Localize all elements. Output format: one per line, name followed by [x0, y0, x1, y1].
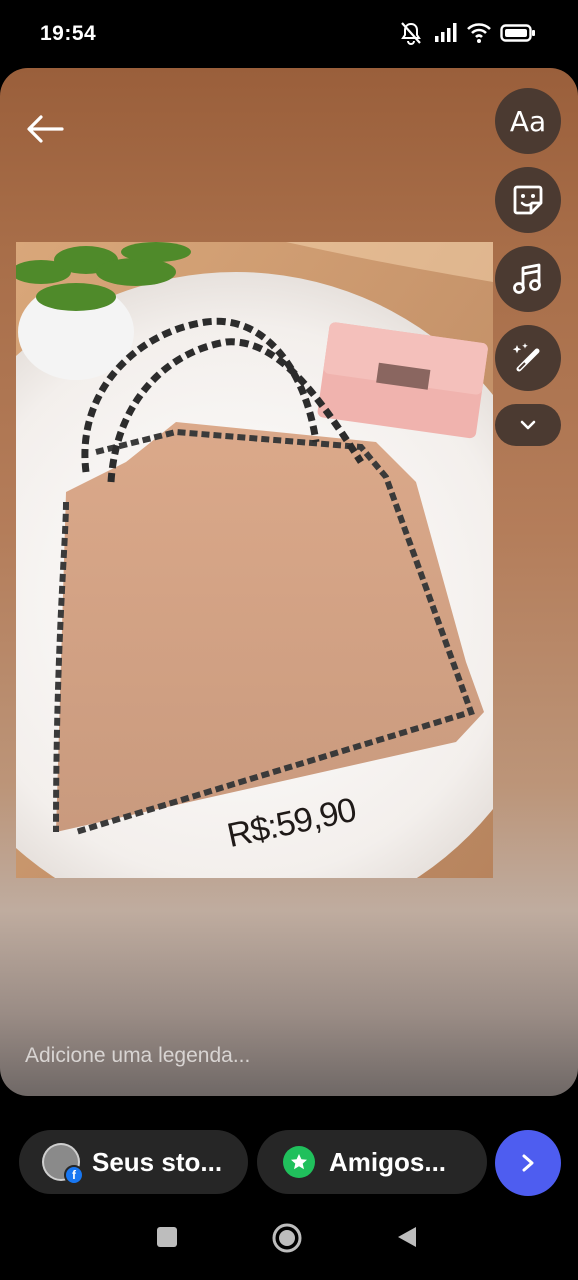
- your-stories-label: Seus sto...: [92, 1146, 223, 1177]
- wifi-icon: [466, 20, 492, 46]
- triangle-back-icon: [398, 1227, 416, 1247]
- magic-wand-icon: [512, 343, 540, 372]
- home-button[interactable]: [271, 1222, 303, 1259]
- close-friends-label: Amigos...: [329, 1146, 447, 1177]
- chevron-right-icon: [522, 1154, 534, 1172]
- avatar: f: [44, 1145, 84, 1185]
- caption-input[interactable]: [0, 1028, 578, 1084]
- facebook-icon: f: [64, 1165, 84, 1185]
- arrow-left-icon: [27, 115, 64, 143]
- text-tool-button[interactable]: Aa: [495, 88, 561, 154]
- signal-icon: [432, 20, 458, 46]
- back-button[interactable]: [20, 104, 70, 154]
- more-tools-button[interactable]: [495, 404, 561, 446]
- system-nav-bar: [0, 1210, 578, 1280]
- recents-button[interactable]: [154, 1224, 180, 1255]
- send-button[interactable]: [495, 1130, 561, 1196]
- close-friends-button[interactable]: Amigos...: [257, 1130, 487, 1194]
- your-stories-button[interactable]: f Seus sto...: [19, 1130, 248, 1194]
- sticker-icon: [513, 185, 543, 215]
- chevron-down-icon: [520, 420, 536, 430]
- editor-tools: Aa: [495, 88, 561, 446]
- story-canvas[interactable]: R$:59,90 Aa: [0, 68, 578, 1096]
- battery-icon: [500, 20, 536, 46]
- notifications-off-icon: [398, 20, 424, 46]
- product-photo[interactable]: R$:59,90: [16, 242, 493, 878]
- status-time: 19:54: [40, 22, 97, 45]
- square-icon: [157, 1227, 177, 1247]
- star-icon: [283, 1146, 315, 1178]
- sticker-tool-button[interactable]: [495, 167, 561, 233]
- share-bar: f Seus sto... Amigos...: [0, 1128, 578, 1198]
- circle-icon: [272, 1223, 302, 1253]
- status-bar: 19:54: [0, 0, 578, 68]
- effects-tool-button[interactable]: [495, 325, 561, 391]
- back-nav-button[interactable]: [394, 1224, 420, 1255]
- text-tool-label: Aa: [509, 104, 547, 138]
- music-note-icon: [513, 263, 541, 294]
- music-tool-button[interactable]: [495, 246, 561, 312]
